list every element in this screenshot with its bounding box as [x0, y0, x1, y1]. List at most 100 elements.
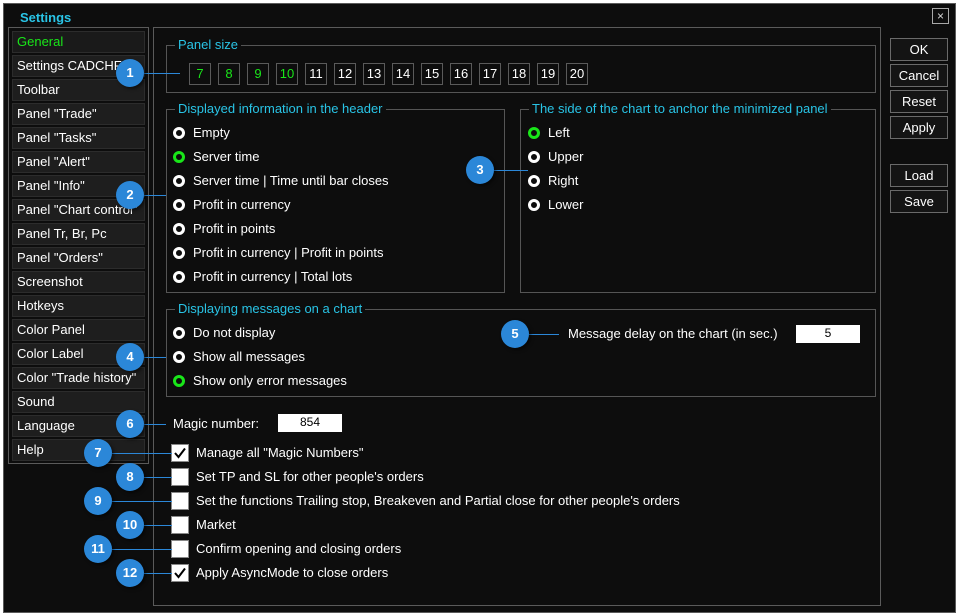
sidebar-item[interactable]: Panel "Tasks": [12, 127, 145, 149]
panel-size-option[interactable]: 8: [218, 63, 240, 85]
sidebar-item[interactable]: General: [12, 31, 145, 53]
header-info-radio-label: Server time: [193, 149, 260, 164]
panel-size-option[interactable]: 15: [421, 63, 443, 85]
callout-badge: 5: [501, 320, 529, 348]
header-info-radio-label: Profit in currency | Total lots: [193, 269, 353, 284]
panel-size-option[interactable]: 9: [247, 63, 269, 85]
message-delay-input[interactable]: 5: [796, 325, 860, 343]
sidebar-item[interactable]: Panel "Alert": [12, 151, 145, 173]
callout-badge: 10: [116, 511, 144, 539]
anchor-side-radio[interactable]: Left: [528, 124, 570, 142]
callout-badge: 4: [116, 343, 144, 371]
option-checkbox[interactable]: Set TP and SL for other people's orders: [171, 467, 424, 487]
close-icon[interactable]: ×: [932, 8, 949, 24]
checkmark-icon: [171, 444, 189, 462]
callout-badge: 11: [84, 535, 112, 563]
magic-number-label: Magic number:: [173, 416, 259, 431]
checkbox-icon: [171, 468, 189, 486]
callout-line: [529, 334, 559, 335]
radio-icon: [173, 327, 185, 339]
cancel-button[interactable]: Cancel: [890, 64, 948, 87]
sidebar-item[interactable]: Color Panel: [12, 319, 145, 341]
panel-size-option[interactable]: 10: [276, 63, 298, 85]
panel-size-option[interactable]: 20: [566, 63, 588, 85]
checkbox-label: Apply AsyncMode to close orders: [196, 565, 389, 580]
checkbox-label: Manage all "Magic Numbers": [196, 445, 364, 460]
header-info-radio[interactable]: Profit in currency | Total lots: [173, 268, 352, 286]
panel-size-option[interactable]: 7: [189, 63, 211, 85]
callout-badge: 8: [116, 463, 144, 491]
sidebar-item[interactable]: Panel Tr, Br, Pc: [12, 223, 145, 245]
anchor-side-radio[interactable]: Upper: [528, 148, 583, 166]
message-delay-label: Message delay on the chart (in sec.): [568, 326, 778, 341]
message-radio[interactable]: Do not display: [173, 324, 275, 342]
radio-icon: [173, 375, 185, 387]
option-checkbox[interactable]: Set the functions Trailing stop, Breakev…: [171, 491, 680, 511]
header-info-radio-label: Empty: [193, 125, 230, 140]
anchor-side-radio-label: Left: [548, 125, 570, 140]
anchor-side-radio-label: Lower: [548, 197, 584, 212]
header-info-radio[interactable]: Profit in currency: [173, 196, 291, 214]
radio-icon: [528, 199, 540, 211]
sidebar-item[interactable]: Screenshot: [12, 271, 145, 293]
message-radio-label: Show all messages: [193, 349, 305, 364]
panel-size-option[interactable]: 14: [392, 63, 414, 85]
apply-button[interactable]: Apply: [890, 116, 948, 139]
panel-size-option[interactable]: 19: [537, 63, 559, 85]
panel-size-option[interactable]: 13: [363, 63, 385, 85]
radio-icon: [173, 127, 185, 139]
header-info-radio[interactable]: Profit in currency | Profit in points: [173, 244, 384, 262]
sidebar-item[interactable]: Panel "Trade": [12, 103, 145, 125]
sidebar-item[interactable]: Panel "Orders": [12, 247, 145, 269]
reset-button[interactable]: Reset: [890, 90, 948, 113]
header-info-radio-label: Profit in points: [193, 221, 276, 236]
radio-icon: [173, 351, 185, 363]
header-info-radio[interactable]: Server time: [173, 148, 259, 166]
panel-size-option[interactable]: 11: [305, 63, 327, 85]
radio-icon: [173, 175, 185, 187]
ok-button[interactable]: OK: [890, 38, 948, 61]
sidebar-item[interactable]: Help: [12, 439, 145, 461]
callout-badge: 9: [84, 487, 112, 515]
radio-icon: [173, 223, 185, 235]
callout-line: [112, 549, 172, 550]
radio-icon: [528, 127, 540, 139]
callout-badge: 2: [116, 181, 144, 209]
anchor-side-radio[interactable]: Lower: [528, 196, 583, 214]
callout-line: [144, 357, 166, 358]
callout-line: [494, 170, 528, 171]
checkbox-icon: [171, 516, 189, 534]
header-info-radio[interactable]: Profit in points: [173, 220, 275, 238]
checkmark-icon: [171, 564, 189, 582]
callout-line: [144, 573, 172, 574]
option-checkbox[interactable]: Manage all "Magic Numbers": [171, 443, 363, 463]
message-radio[interactable]: Show all messages: [173, 348, 305, 366]
sidebar-item[interactable]: Hotkeys: [12, 295, 145, 317]
radio-icon: [528, 175, 540, 187]
save-button[interactable]: Save: [890, 190, 948, 213]
callout-badge: 6: [116, 410, 144, 438]
panel-size-option[interactable]: 12: [334, 63, 356, 85]
panel-size-option[interactable]: 16: [450, 63, 472, 85]
callout-line: [144, 477, 172, 478]
callout-badge: 3: [466, 156, 494, 184]
checkbox-label: Market: [196, 517, 236, 532]
anchor-side-radio-label: Right: [548, 173, 579, 188]
checkbox-label: Set the functions Trailing stop, Breakev…: [196, 493, 680, 508]
message-radio[interactable]: Show only error messages: [173, 372, 347, 390]
callout-line: [112, 501, 172, 502]
panel-size-option[interactable]: 18: [508, 63, 530, 85]
option-checkbox[interactable]: Apply AsyncMode to close orders: [171, 563, 388, 583]
load-button[interactable]: Load: [890, 164, 948, 187]
option-checkbox[interactable]: Market: [171, 515, 236, 535]
option-checkbox[interactable]: Confirm opening and closing orders: [171, 539, 401, 559]
callout-line: [112, 453, 172, 454]
magic-number-input[interactable]: 854: [278, 414, 342, 432]
panel-size-option[interactable]: 17: [479, 63, 501, 85]
header-info-radio[interactable]: Empty: [173, 124, 230, 142]
anchor-side-radio[interactable]: Right: [528, 172, 578, 190]
callout-line: [144, 424, 166, 425]
header-info-radio[interactable]: Server time | Time until bar closes: [173, 172, 389, 190]
radio-icon: [173, 247, 185, 259]
checkbox-label: Confirm opening and closing orders: [196, 541, 402, 556]
